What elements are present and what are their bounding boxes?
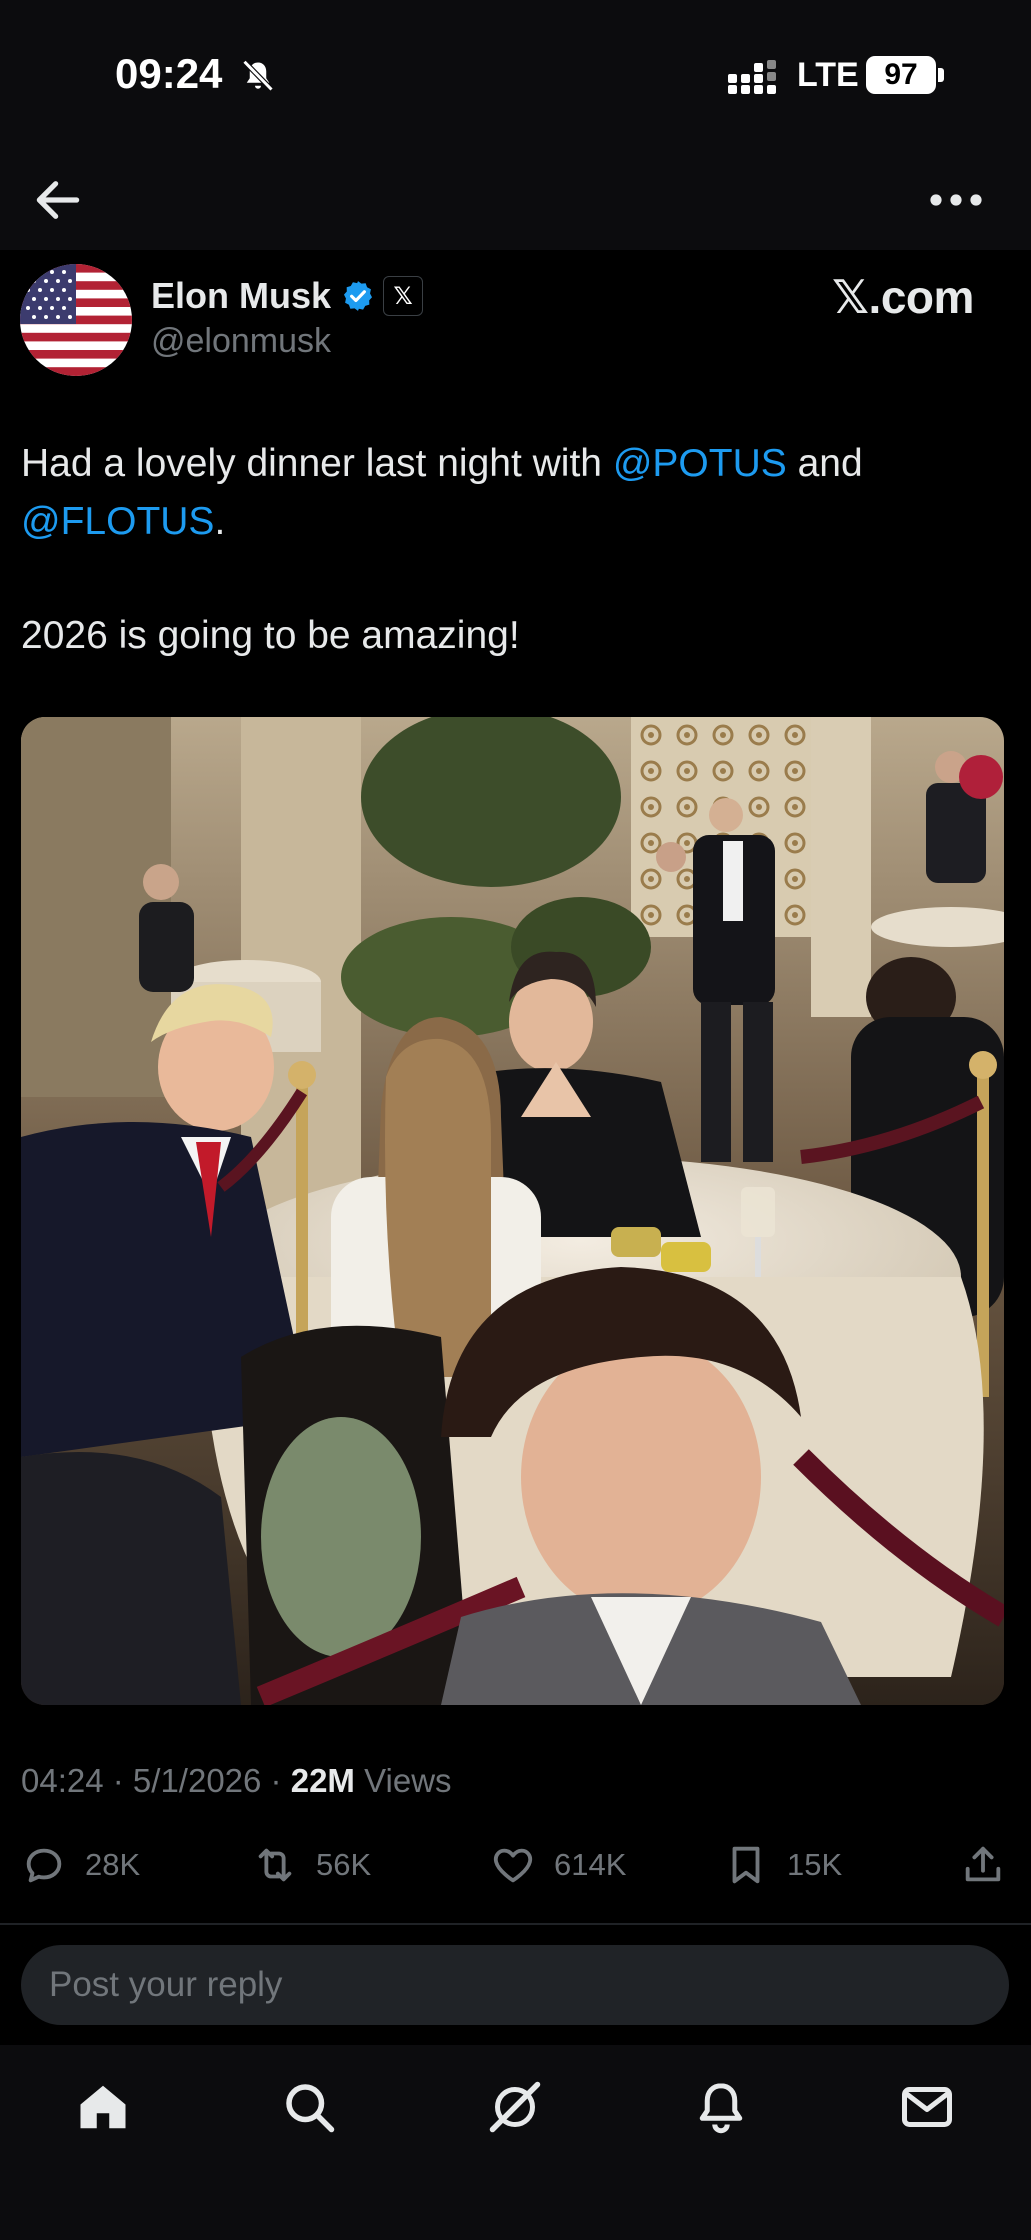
repost-button[interactable]: 56K [252,1835,371,1895]
affiliate-badge: 𝕏 [383,276,424,316]
reply-input[interactable] [49,1945,949,2025]
meta-separator: · [261,1762,291,1799]
post-time: 04:24 [21,1762,104,1799]
verified-badge-icon [344,281,373,311]
battery-cap [938,68,944,82]
bookmark-icon [732,1846,760,1884]
views-label: Views [354,1762,452,1799]
post-text-part: Had a lovely dinner last night with [21,442,613,485]
mention-link[interactable]: @POTUS [613,442,787,485]
reply-count: 28K [85,1847,141,1882]
post-text: Had a lovely dinner last night with @POT… [21,435,1011,551]
reply-icon [26,1848,62,1883]
bell-icon[interactable] [691,2077,751,2137]
post-text-line: 2026 is going to be amazing! [21,614,520,657]
post-text-part: . [214,500,226,543]
author-name-row[interactable]: Elon Musk 𝕏 [151,272,424,320]
reply-button[interactable]: 28K [21,1835,140,1895]
battery-level: 97 [866,56,936,94]
author-display-name[interactable]: Elon Musk [151,275,331,317]
bookmark-count: 15K [787,1847,843,1882]
meta-separator: · [103,1762,133,1799]
post-meta: 04:24 · 5/1/2026 · 22M Views [21,1762,452,1800]
post-actions: 28K 56K 614K 15K [0,1835,1031,1895]
status-bar: 09:24 LTE 97 [0,0,1031,150]
share-icon [965,1846,1001,1882]
divider [0,1923,1031,1925]
us-flag-avatar [20,264,132,376]
ellipsis-icon[interactable] [926,172,986,228]
reply-bar [21,1945,1009,2025]
post-date: 5/1/2026 [132,1762,262,1799]
dinner-photo-illustration [21,717,1004,1705]
top-nav [0,150,1031,250]
search-icon[interactable] [279,2077,339,2137]
author-handle[interactable]: @elonmusk [151,322,331,361]
bottom-nav [0,2045,1031,2240]
mention-link[interactable]: @FLOTUS [21,500,214,543]
avatar[interactable] [20,264,132,376]
home-icon[interactable] [73,2077,133,2137]
like-button[interactable]: 614K [490,1835,626,1895]
repost-count: 56K [316,1847,372,1882]
brand-label: 𝕏.com [832,271,974,323]
mail-icon[interactable] [897,2077,957,2137]
share-button[interactable] [960,1835,1006,1895]
signal-icon [728,60,776,94]
bell-off-icon [242,59,274,92]
post-text-part: and [786,442,863,485]
repost-icon [258,1848,292,1882]
network-type: LTE [797,56,859,94]
arrow-left-icon[interactable] [30,172,86,228]
post-photo[interactable] [21,717,1004,1705]
bookmark-button[interactable]: 15K [723,1835,842,1895]
heart-icon [493,1848,533,1883]
views-count[interactable]: 22M [291,1762,355,1799]
grok-icon[interactable] [485,2077,545,2137]
status-time: 09:24 [115,50,223,97]
like-count: 614K [554,1847,627,1882]
